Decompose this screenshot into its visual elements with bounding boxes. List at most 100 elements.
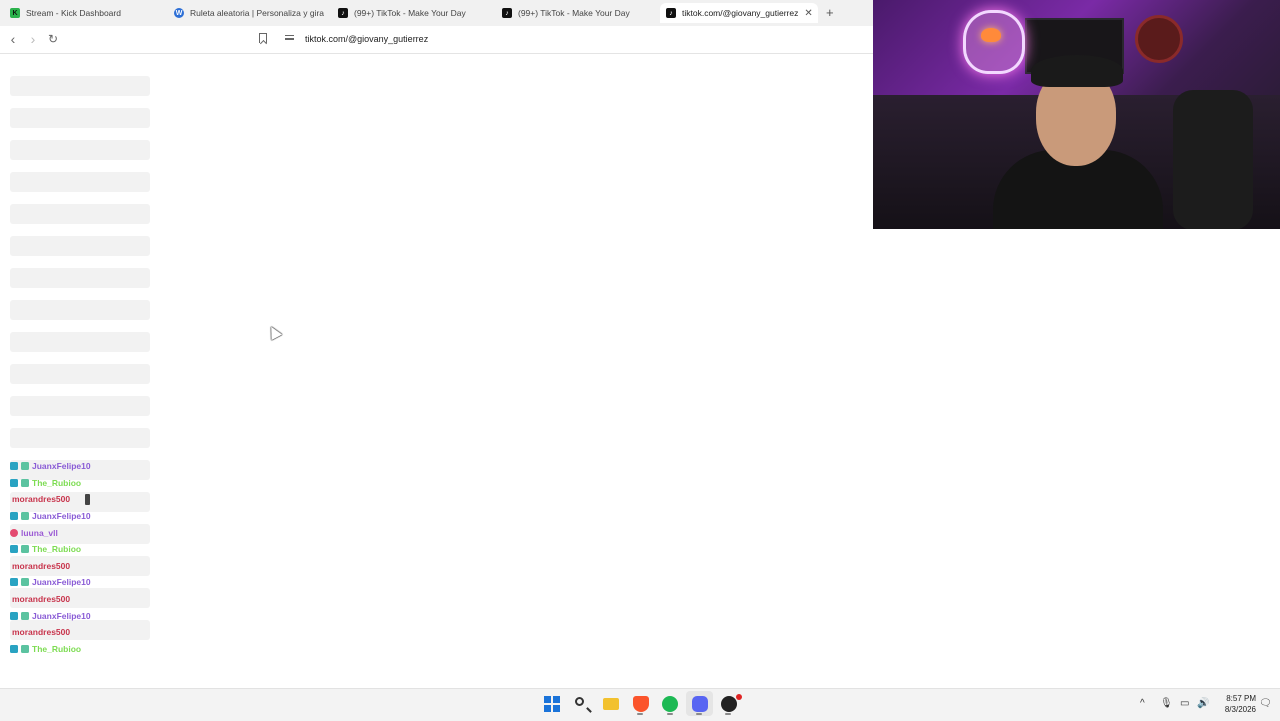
chat-message: morandres500 <box>10 558 210 575</box>
clock-date: 8/3/2026 <box>1224 705 1256 714</box>
chat-message: morandres500 <box>10 624 210 641</box>
chat-username: The_Rubioo <box>32 643 82 654</box>
forward-button[interactable]: › <box>26 32 40 46</box>
notifications-icon[interactable]: 🗨 <box>1259 698 1272 709</box>
webcam-feed <box>873 0 1280 229</box>
site-info-icon[interactable] <box>285 35 294 42</box>
spotify-icon[interactable] <box>662 696 678 712</box>
skeleton-row <box>10 364 150 384</box>
chat-emote-icon <box>85 493 91 505</box>
browser-toolbar: ‹ › ↻ tiktok.com/@giovany_gutierrez <box>0 26 873 54</box>
skeleton-row <box>10 300 150 320</box>
clock-time: 8:57 PM <box>1226 694 1256 703</box>
sub-badge-icon <box>10 512 18 521</box>
chat-message: luuna_vll <box>10 524 210 541</box>
windows-start-icon[interactable] <box>544 696 560 712</box>
small-badge-icon <box>10 528 18 537</box>
skeleton-row <box>10 268 150 288</box>
back-button[interactable]: ‹ <box>6 32 20 46</box>
chat-username: morandres500 <box>12 494 71 505</box>
brave-browser-icon[interactable] <box>633 696 649 712</box>
tab-kick-dashboard[interactable]: K Stream - Kick Dashboard <box>4 3 162 23</box>
chat-username: The_Rubioo <box>32 477 82 488</box>
chat-overlay: JuanxFelipe10 The_Rubioo morandres500 Juanx… <box>10 458 210 657</box>
running-indicator <box>696 713 702 715</box>
tab-strip: K Stream - Kick Dashboard W Ruleta aleat… <box>0 0 873 26</box>
network-icon[interactable]: ▭ <box>1180 698 1189 709</box>
chat-username: JuanxFelipe10 <box>32 511 91 522</box>
sub-badge-icon <box>10 462 18 471</box>
search-icon[interactable] <box>575 697 584 706</box>
skeleton-row <box>10 236 150 256</box>
wheel-icon: W <box>174 8 184 18</box>
tab-tiktok-profile[interactable]: ♪ tiktok.com/@giovany_gutierrez ✕ <box>660 3 818 23</box>
skeleton-row <box>10 108 150 128</box>
gift-badge-icon <box>21 644 29 653</box>
chat-username: JuanxFelipe10 <box>32 461 91 472</box>
chat-username: JuanxFelipe10 <box>32 577 91 588</box>
volume-icon[interactable]: 🔊 <box>1197 698 1209 709</box>
tiktok-icon: ♪ <box>502 8 512 18</box>
neon-heart <box>981 28 1001 42</box>
bookmark-icon[interactable] <box>259 33 267 43</box>
gift-badge-icon <box>21 578 29 587</box>
skeleton-row <box>10 140 150 160</box>
microphone-icon[interactable]: 🎙 <box>1160 698 1173 709</box>
chat-username: morandres500 <box>12 560 71 571</box>
webcam-chair <box>1173 90 1253 229</box>
chat-message: The_Rubioo <box>10 475 210 492</box>
mouse-cursor-icon <box>265 323 283 341</box>
obs-icon[interactable] <box>721 696 737 712</box>
chat-message: JuanxFelipe10 <box>10 607 210 624</box>
sub-badge-icon <box>10 478 18 487</box>
tab-tiktok-1[interactable]: ♪ (99+) TikTok - Make Your Day <box>332 3 490 23</box>
neon-sign <box>963 10 1025 74</box>
tab-tiktok-2[interactable]: ♪ (99+) TikTok - Make Your Day <box>496 3 654 23</box>
chat-message: JuanxFelipe10 <box>10 574 210 591</box>
notification-dot <box>736 694 742 700</box>
tab-label: tiktok.com/@giovany_gutierrez <box>682 8 799 18</box>
kick-icon: K <box>10 8 20 18</box>
running-indicator <box>725 713 731 715</box>
sub-badge-icon <box>10 545 18 554</box>
chat-username: The_Rubioo <box>32 544 82 555</box>
skeleton-row <box>10 396 150 416</box>
reload-button[interactable]: ↻ <box>46 32 60 46</box>
skeleton-row <box>10 204 150 224</box>
file-explorer-icon[interactable] <box>603 698 619 710</box>
gift-badge-icon <box>21 545 29 554</box>
running-indicator <box>637 713 643 715</box>
chat-username: morandres500 <box>12 627 71 638</box>
tab-label: Stream - Kick Dashboard <box>26 8 121 18</box>
gift-badge-icon <box>21 462 29 471</box>
chat-username: JuanxFelipe10 <box>32 610 91 621</box>
chat-message: The_Rubioo <box>10 641 210 658</box>
gift-badge-icon <box>21 478 29 487</box>
sub-badge-icon <box>10 611 18 620</box>
address-bar[interactable]: tiktok.com/@giovany_gutierrez <box>305 34 428 44</box>
gift-badge-icon <box>21 611 29 620</box>
discord-icon[interactable] <box>692 696 708 712</box>
skeleton-row <box>10 428 150 448</box>
system-clock[interactable]: 8:57 PM 8/3/2026 <box>1212 693 1256 715</box>
running-indicator <box>667 713 673 715</box>
tab-label: (99+) TikTok - Make Your Day <box>518 8 630 18</box>
new-tab-button[interactable]: + <box>826 5 834 20</box>
gift-badge-icon <box>21 512 29 521</box>
close-tab-icon[interactable]: ✕ <box>804 8 812 19</box>
skeleton-row <box>10 332 150 352</box>
tab-label: (99+) TikTok - Make Your Day <box>354 8 466 18</box>
tray-chevron-icon[interactable]: ^ <box>1140 698 1145 709</box>
tab-ruleta[interactable]: W Ruleta aleatoria | Personaliza y gira … <box>168 3 326 23</box>
streamer-cap <box>1031 55 1123 87</box>
sub-badge-icon <box>10 578 18 587</box>
chat-message: JuanxFelipe10 <box>10 458 210 475</box>
tiktok-icon: ♪ <box>666 8 676 18</box>
chat-message: morandres500 <box>10 591 210 608</box>
skeleton-row <box>10 172 150 192</box>
sub-badge-icon <box>10 644 18 653</box>
chat-username: luuna_vll <box>21 527 58 538</box>
chat-username: morandres500 <box>12 594 71 605</box>
chat-message: JuanxFelipe10 <box>10 508 210 525</box>
chat-message: The_Rubioo <box>10 541 210 558</box>
